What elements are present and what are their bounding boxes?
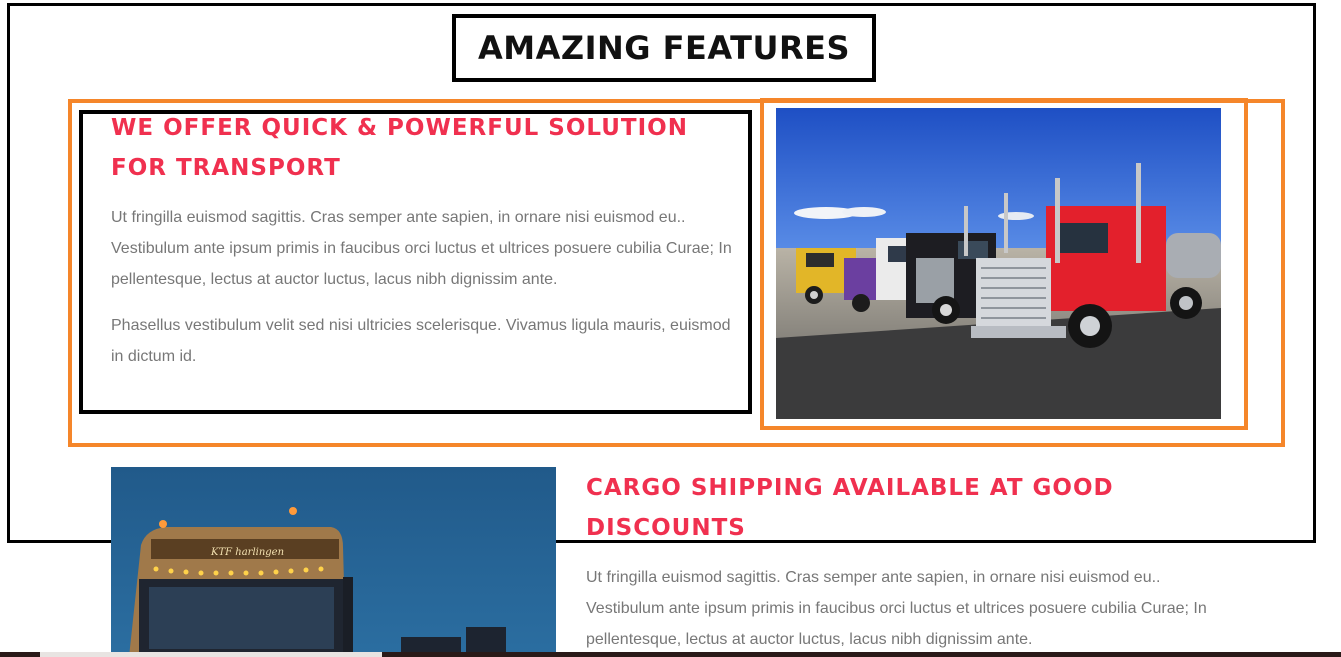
section-title: AMAZING FEATURES — [477, 29, 851, 67]
section-title-box: AMAZING FEATURES — [452, 14, 876, 82]
feature1-title: WE OFFER QUICK & POWERFUL SOLUTION FOR T… — [111, 115, 688, 181]
feature1-paragraph-2: Phasellus vestibulum velit sed nisi ultr… — [111, 317, 731, 365]
next-section-edge — [0, 652, 1341, 657]
feature2-paragraph-1: Ut fringilla euismod sagittis. Cras semp… — [586, 569, 1207, 648]
feature2-title: CARGO SHIPPING AVAILABLE AT GOOD DISCOUN… — [586, 475, 1114, 541]
trucks-parked-image — [776, 108, 1221, 419]
truck-sign-text: KTF harlingen — [210, 547, 284, 558]
page: AMAZING FEATURES WE OFFER QUICK & POWERF… — [0, 0, 1341, 657]
night-truck-image: KTF harlingen — [111, 467, 556, 657]
feature1-paragraph-1: Ut fringilla euismod sagittis. Cras semp… — [111, 209, 732, 288]
